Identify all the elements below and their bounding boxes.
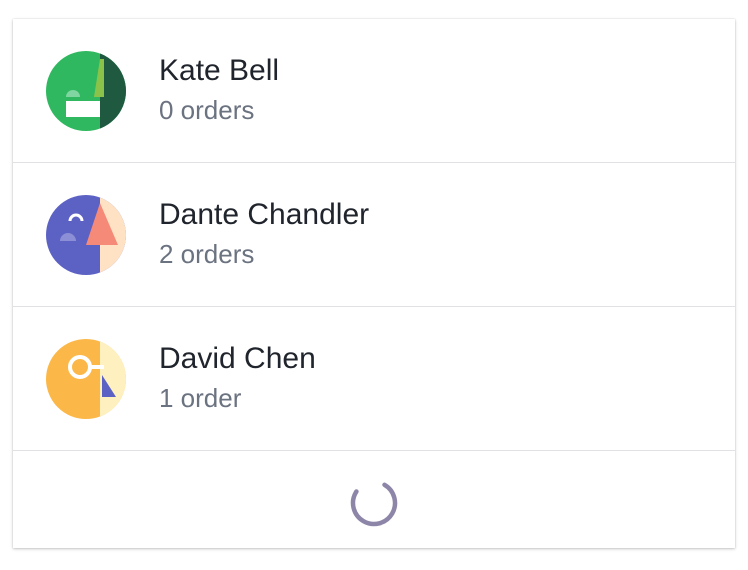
abstract-face-green-icon	[46, 51, 126, 131]
abstract-face-purple-icon	[46, 195, 126, 275]
customer-order-count: 2 orders	[159, 239, 255, 269]
abstract-face-yellow-icon	[46, 339, 126, 419]
customer-name: Dante Chandler	[159, 198, 370, 231]
customer-order-count: 0 orders	[159, 95, 255, 125]
customer-order-count: 1 order	[159, 383, 242, 413]
loading-spinner-icon	[350, 479, 398, 527]
customer-name: David Chen	[159, 342, 316, 375]
customer-row-dante-chandler[interactable]: Dante Chandler 2 orders	[13, 163, 735, 307]
customer-name: Kate Bell	[159, 54, 280, 87]
customer-row-david-chen[interactable]: David Chen 1 order	[13, 307, 735, 451]
customer-row-kate-bell[interactable]: Kate Bell 0 orders	[13, 19, 735, 163]
list-loading-footer	[13, 451, 735, 547]
customer-list-card: Kate Bell 0 orders Dante Chandler 2 orde…	[13, 19, 735, 548]
